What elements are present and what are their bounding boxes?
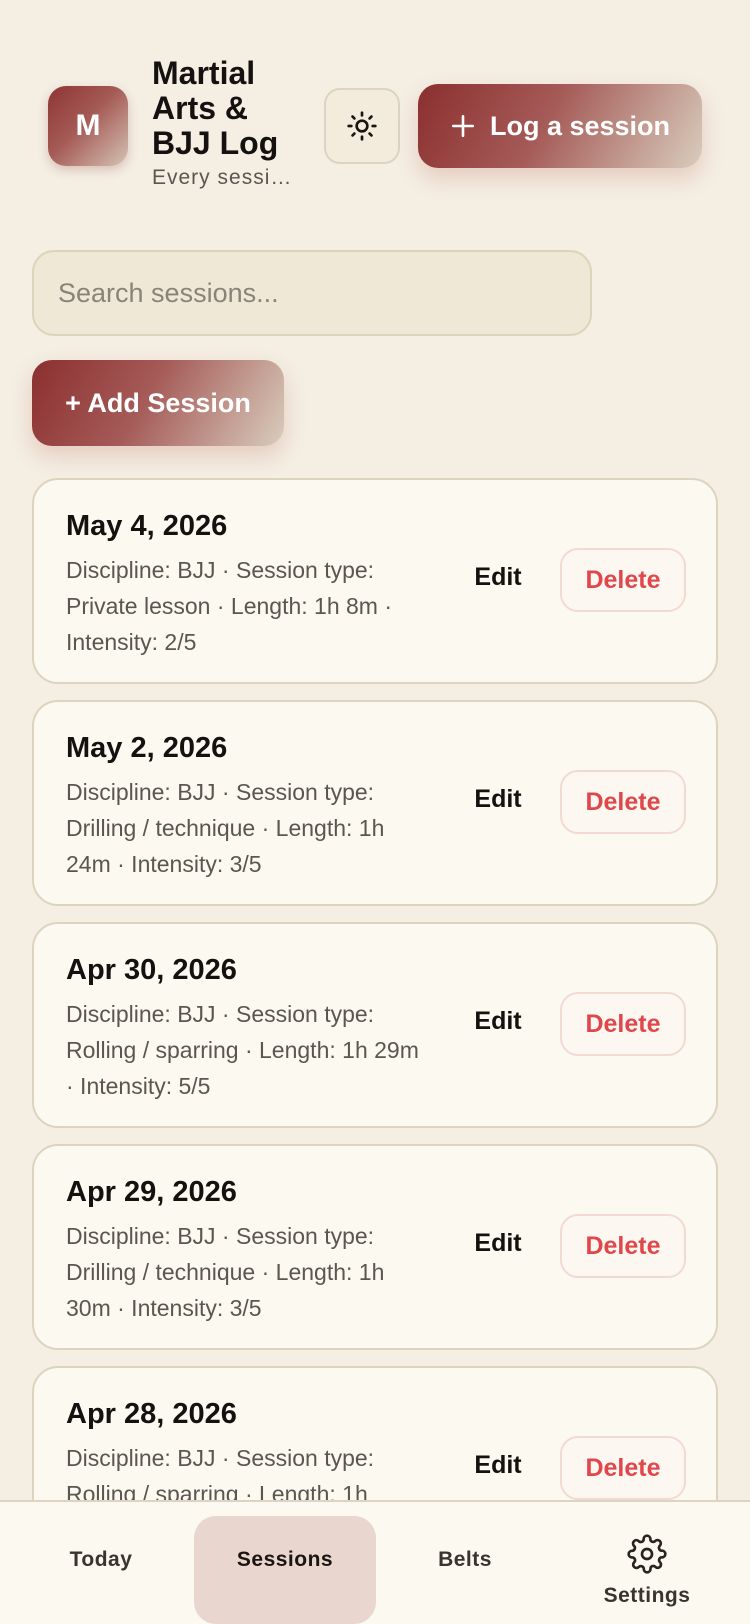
session-card: May 2, 2026 Discipline: BJJ · Session ty… — [32, 700, 718, 906]
add-session-button[interactable]: + Add Session — [32, 360, 284, 446]
session-date: Apr 29, 2026 — [66, 1176, 237, 1208]
edit-button[interactable]: Edit — [462, 1000, 534, 1042]
delete-button[interactable]: Delete — [560, 770, 686, 834]
tab-sessions[interactable]: Sessions — [194, 1516, 376, 1624]
app-header: M Martial Arts & BJJ Log Every sessi… Lo… — [48, 56, 702, 196]
gear-icon — [627, 1534, 667, 1574]
edit-button[interactable]: Edit — [462, 1222, 534, 1264]
session-date: May 2, 2026 — [66, 732, 228, 764]
tab-settings[interactable]: Settings — [556, 1516, 738, 1624]
session-details: Discipline: BJJ · Session type: Rolling … — [66, 1001, 419, 1099]
bottom-tab-bar: Today Sessions Belts Settings — [0, 1500, 750, 1624]
delete-button[interactable]: Delete — [560, 1436, 686, 1500]
tab-label: Settings — [603, 1584, 691, 1607]
theme-toggle-button[interactable] — [324, 88, 400, 164]
avatar: M — [48, 86, 128, 166]
app-subtitle: Every sessi… — [152, 166, 293, 189]
search-input[interactable] — [58, 277, 566, 309]
edit-button[interactable]: Edit — [462, 1444, 534, 1486]
edit-button[interactable]: Edit — [462, 778, 534, 820]
session-card: Apr 29, 2026 Discipline: BJJ · Session t… — [32, 1144, 718, 1350]
delete-button[interactable]: Delete — [560, 548, 686, 612]
delete-button[interactable]: Delete — [560, 992, 686, 1056]
session-details: Discipline: BJJ · Session type: Private … — [66, 557, 392, 655]
tab-belts[interactable]: Belts — [374, 1516, 556, 1624]
session-card: May 4, 2026 Discipline: BJJ · Session ty… — [32, 478, 718, 684]
session-card: Apr 30, 2026 Discipline: BJJ · Session t… — [32, 922, 718, 1128]
app-title: Martial Arts & BJJ Log — [152, 55, 279, 161]
session-details: Discipline: BJJ · Session type: Drilling… — [66, 1223, 385, 1321]
log-session-label: Log a session — [489, 110, 671, 141]
tab-label: Today — [69, 1548, 133, 1571]
delete-button[interactable]: Delete — [560, 1214, 686, 1278]
search-box[interactable] — [32, 250, 592, 336]
session-list: May 4, 2026 Discipline: BJJ · Session ty… — [32, 478, 718, 1588]
session-date: May 4, 2026 — [66, 510, 228, 542]
edit-button[interactable]: Edit — [462, 556, 534, 598]
session-date: Apr 30, 2026 — [66, 954, 237, 986]
session-date: Apr 28, 2026 — [66, 1398, 237, 1430]
session-details: Discipline: BJJ · Session type: Drilling… — [66, 779, 385, 877]
tab-label: Belts — [438, 1548, 492, 1571]
tab-label: Sessions — [236, 1548, 334, 1571]
log-session-button[interactable]: Log a session — [418, 84, 702, 168]
sun-icon — [347, 111, 377, 141]
plus-icon — [451, 114, 475, 138]
tab-today[interactable]: Today — [10, 1516, 192, 1624]
